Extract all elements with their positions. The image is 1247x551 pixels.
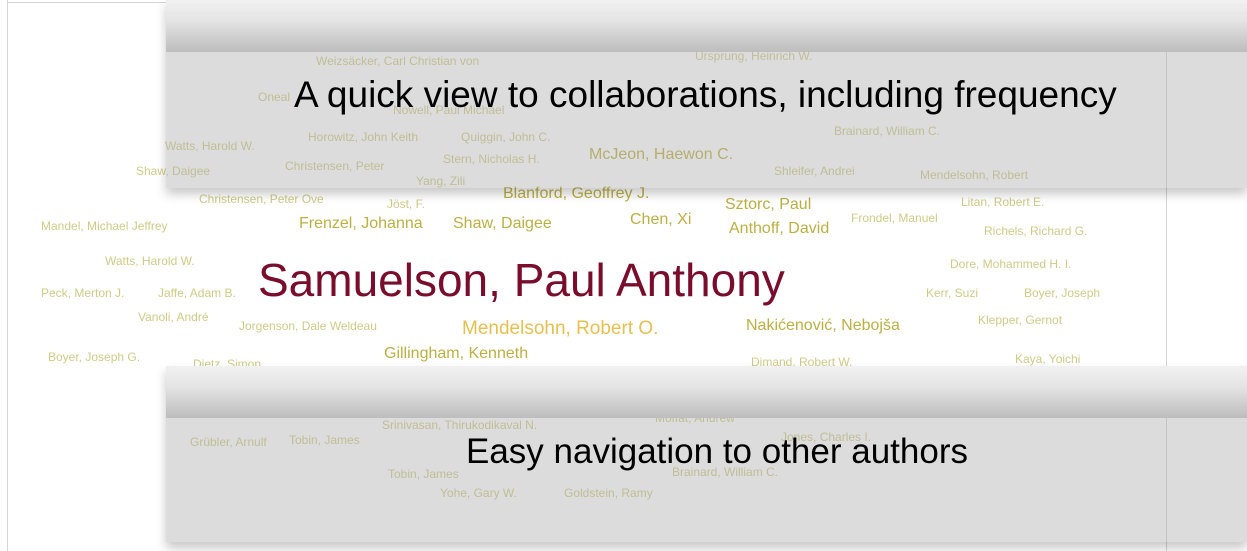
coauthor-link[interactable]: Richels, Richard G. — [984, 225, 1087, 237]
coauthor-link[interactable]: Nakićenović, Nebojša — [746, 318, 900, 334]
callout-title-navigation: Easy navigation to other authors — [466, 432, 968, 471]
coauthor-link[interactable]: Mendelsohn, Robert O. — [462, 319, 658, 338]
callout-panel-top-band — [166, 0, 1247, 52]
coauthor-link[interactable]: Jorgenson, Dale Weldeau — [239, 320, 377, 332]
coauthor-link[interactable]: Blanford, Geoffrey J. — [503, 186, 649, 202]
coauthor-link[interactable]: Litan, Robert E. — [961, 196, 1044, 208]
coauthor-link[interactable]: Frondel, Manuel — [851, 212, 938, 224]
coauthor-link[interactable]: Boyer, Joseph — [1024, 287, 1100, 299]
callout-title-collaborations: A quick view to collaborations, includin… — [294, 74, 1117, 115]
coauthor-link[interactable]: Frenzel, Johanna — [299, 216, 423, 232]
coauthor-link[interactable]: Mandel, Michael Jeffrey — [41, 220, 168, 232]
coauthor-link[interactable]: Vanoli, André — [138, 311, 209, 323]
coauthor-link[interactable]: Jöst, F. — [387, 198, 425, 210]
coauthor-link[interactable]: Dore, Mohammed H. I. — [950, 258, 1071, 270]
coauthor-link[interactable]: Chen, Xi — [630, 212, 691, 228]
center-author-name: Samuelson, Paul Anthony — [258, 254, 785, 306]
coauthor-link[interactable]: Christensen, Peter Ove — [199, 193, 324, 205]
callout-panel-bottom-band — [166, 366, 1247, 418]
coauthor-link[interactable]: Kaya, Yoichi — [1015, 353, 1080, 365]
coauthor-link[interactable]: Boyer, Joseph G. — [48, 351, 140, 363]
coauthor-link[interactable]: Anthoff, David — [729, 221, 829, 237]
coauthor-link[interactable]: Shaw, Daigee — [453, 216, 552, 232]
coauthor-link[interactable]: Jaffe, Adam B. — [158, 287, 236, 299]
coauthor-link[interactable]: Peck, Merton J. — [41, 287, 124, 299]
coauthor-link[interactable]: Klepper, Gernot — [978, 314, 1062, 326]
coauthor-link[interactable]: Watts, Harold W. — [105, 255, 195, 267]
coauthor-link[interactable]: Kerr, Suzi — [926, 287, 978, 299]
coauthor-link[interactable]: Sztorc, Paul — [725, 197, 811, 213]
coauthor-link[interactable]: Gillingham, Kenneth — [384, 346, 528, 362]
